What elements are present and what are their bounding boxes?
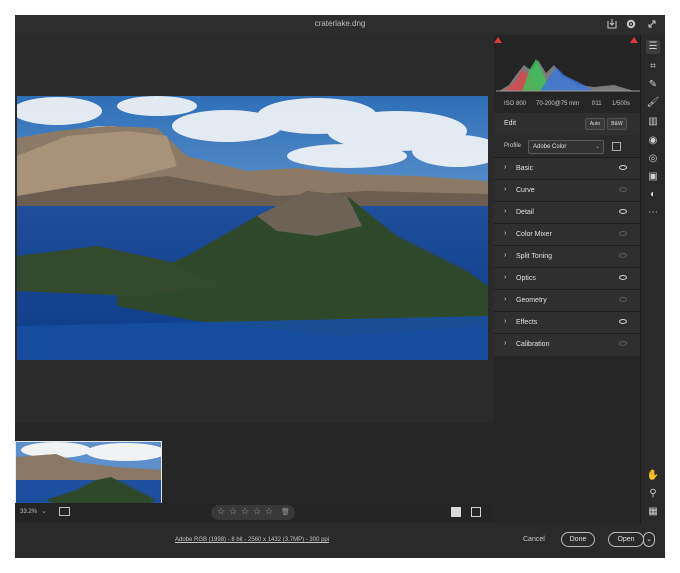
title-bar: craterlake.dng — [15, 15, 665, 35]
done-button[interactable]: Done — [561, 532, 595, 547]
chevron-right-icon: › — [504, 340, 507, 347]
section-label: Basic — [516, 165, 534, 172]
zoom-level[interactable]: 33.2% — [20, 509, 37, 515]
more-icon[interactable]: ⋯ — [646, 206, 660, 220]
section-label: Color Mixer — [516, 231, 552, 238]
bw-button[interactable]: B&W — [607, 118, 627, 130]
chevron-right-icon: › — [504, 318, 507, 325]
eye-icon[interactable] — [619, 187, 627, 192]
star-4-icon[interactable]: ☆ — [253, 506, 261, 517]
filmstrip-layout-icon[interactable] — [59, 507, 70, 516]
healing-brush-icon[interactable]: ✎ — [646, 78, 660, 92]
graduated-filter-icon[interactable]: ▥ — [646, 115, 660, 129]
section-optics[interactable]: › Optics — [494, 267, 640, 290]
image-canvas[interactable] — [15, 35, 494, 523]
chevron-right-icon: › — [504, 230, 507, 237]
auto-button[interactable]: Auto — [585, 118, 605, 130]
section-geometry[interactable]: › Geometry — [494, 289, 640, 312]
browse-profiles-icon[interactable] — [612, 142, 621, 151]
exif-iso: ISO 800 — [504, 101, 527, 107]
eye-icon[interactable] — [619, 253, 627, 258]
section-basic[interactable]: › Basic — [494, 157, 640, 180]
workflow-options-link[interactable]: Adobe RGB (1998) - 8 bit - 2560 x 1432 (… — [175, 537, 329, 543]
chevron-right-icon: › — [504, 186, 507, 193]
fullscreen-icon[interactable] — [645, 18, 659, 32]
chevron-right-icon: › — [504, 164, 507, 171]
edit-header: Edit Auto B&W — [494, 113, 640, 135]
trash-icon[interactable]: 🗑 — [281, 508, 290, 516]
edit-sliders-icon[interactable]: ☰ — [646, 40, 660, 54]
section-label: Detail — [516, 209, 534, 216]
presets-icon[interactable]: ◐ — [646, 188, 660, 202]
profile-row: Profile Adobe Color ⌄ — [494, 135, 640, 157]
eye-icon[interactable] — [619, 275, 627, 280]
settings-gear-icon[interactable] — [624, 18, 638, 32]
eye-icon[interactable] — [619, 165, 627, 170]
before-after-icon[interactable] — [471, 507, 481, 517]
save-image-icon[interactable] — [605, 18, 619, 32]
section-color-mixer[interactable]: › Color Mixer — [494, 223, 640, 246]
exif-aperture: f/11 — [592, 101, 602, 107]
star-1-icon[interactable]: ☆ — [217, 506, 225, 517]
star-5-icon[interactable]: ☆ — [265, 506, 273, 517]
open-options-chevron-icon[interactable]: ⌄ — [643, 532, 655, 547]
cancel-button[interactable]: Cancel — [523, 536, 545, 543]
camera-raw-window: craterlake.dng 33.2% ⌄ ☆ ☆ ☆ ☆ ☆ 🗑 ISO 8… — [15, 15, 665, 558]
section-detail[interactable]: › Detail — [494, 201, 640, 224]
star-3-icon[interactable]: ☆ — [241, 506, 249, 517]
edit-title: Edit — [504, 120, 517, 127]
section-curve[interactable]: › Curve — [494, 179, 640, 202]
radial-filter-icon[interactable]: ◉ — [646, 134, 660, 148]
chevron-down-icon: ⌄ — [594, 144, 600, 150]
section-split-toning[interactable]: › Split Toning — [494, 245, 640, 268]
exif-shutter: 1/500s — [612, 101, 631, 107]
section-label: Geometry — [516, 297, 547, 304]
eye-icon[interactable] — [619, 297, 627, 302]
exif-info: ISO 800 70-200@75 mm f/11 1/500s — [494, 96, 640, 112]
filmstrip — [15, 423, 494, 523]
adjustment-brush-icon[interactable]: 🖌 — [646, 96, 660, 110]
open-button[interactable]: Open — [608, 532, 644, 547]
chevron-right-icon: › — [504, 296, 507, 303]
section-label: Split Toning — [516, 253, 553, 260]
profile-value: Adobe Color — [533, 144, 567, 150]
edit-panel: ISO 800 70-200@75 mm f/11 1/500s Edit Au… — [494, 35, 640, 523]
snapshots-icon[interactable]: ▣ — [646, 170, 660, 184]
histogram — [494, 35, 640, 95]
chevron-right-icon: › — [504, 208, 507, 215]
tool-rail: ☰ ⌗ ✎ 🖌 ▥ ◉ ◎ ▣ ◐ ⋯ ✋ ⚲ ▦ — [640, 35, 665, 523]
section-label: Calibration — [516, 341, 550, 348]
chevron-right-icon: › — [504, 274, 507, 281]
chevron-right-icon: › — [504, 252, 507, 259]
section-label: Curve — [516, 187, 535, 194]
status-bar: 33.2% ⌄ ☆ ☆ ☆ ☆ ☆ 🗑 — [15, 503, 494, 523]
eye-icon[interactable] — [619, 209, 627, 214]
eye-icon[interactable] — [619, 341, 627, 346]
section-effects[interactable]: › Effects — [494, 311, 640, 334]
red-eye-icon[interactable]: ◎ — [646, 152, 660, 166]
eye-icon[interactable] — [619, 319, 627, 324]
section-label: Optics — [516, 275, 536, 282]
section-label: Effects — [516, 319, 538, 326]
zoom-dropdown-chevron-icon[interactable]: ⌄ — [41, 507, 47, 515]
section-calibration[interactable]: › Calibration — [494, 333, 640, 356]
view-mode-icon[interactable] — [451, 507, 461, 517]
sampler-icon[interactable]: ⚲ — [646, 487, 660, 501]
exif-lens: 70-200@75 mm — [536, 101, 580, 107]
profile-dropdown[interactable]: Adobe Color ⌄ — [528, 140, 604, 154]
star-2-icon[interactable]: ☆ — [229, 506, 237, 517]
footer-bar: Adobe RGB (1998) - 8 bit - 2560 x 1432 (… — [15, 523, 665, 558]
eye-icon[interactable] — [619, 231, 627, 236]
grid-overlay-icon[interactable]: ▦ — [646, 505, 660, 519]
main-photo — [17, 96, 488, 360]
window-title: craterlake.dng — [314, 19, 366, 28]
rating-bar: ☆ ☆ ☆ ☆ ☆ 🗑 — [211, 505, 295, 520]
hand-tool-icon[interactable]: ✋ — [646, 469, 660, 483]
crop-icon[interactable]: ⌗ — [646, 60, 660, 74]
profile-label: Profile — [504, 143, 522, 149]
